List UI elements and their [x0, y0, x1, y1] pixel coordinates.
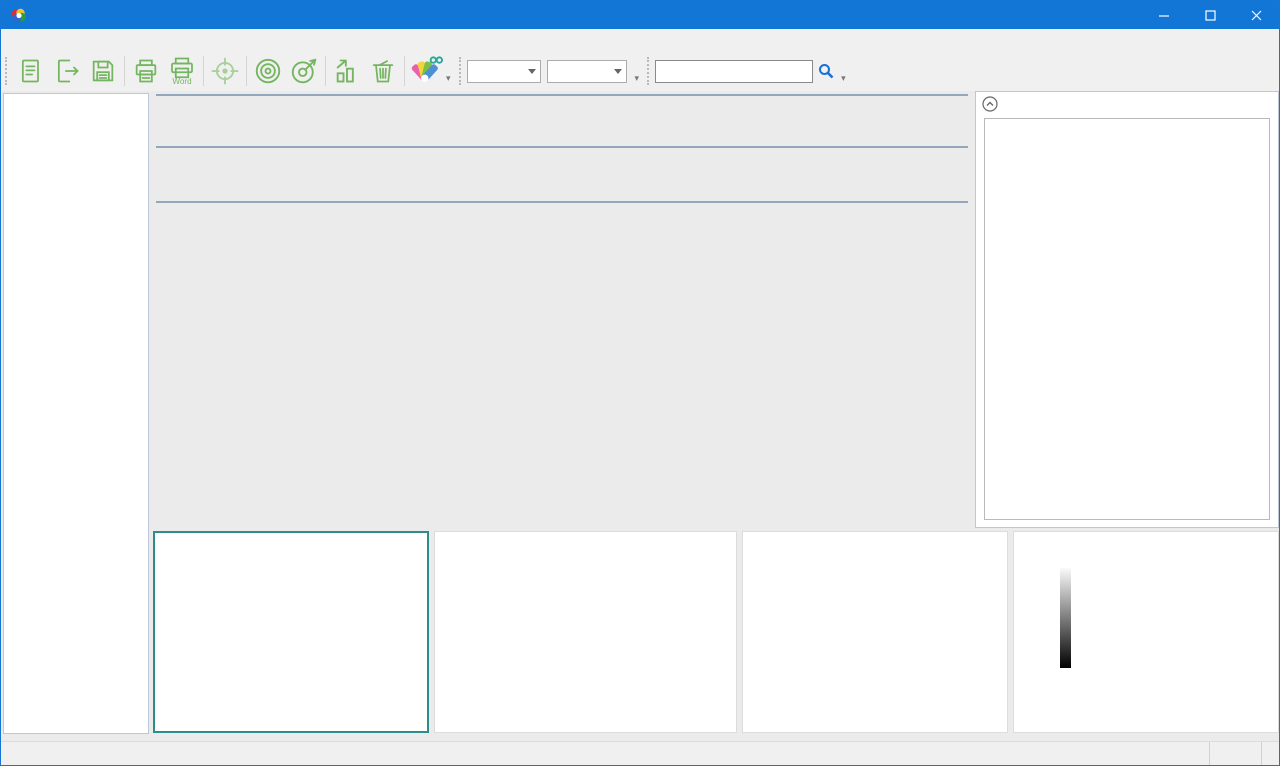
sample-tree: [3, 93, 149, 734]
toolbar-overflow-icon[interactable]: ▾: [841, 74, 846, 82]
app-logo-icon: [10, 7, 27, 24]
delete-button[interactable]: [365, 53, 401, 89]
color-diff-panel: [975, 91, 1279, 528]
toolbar-separator: [246, 56, 247, 86]
toolbar-separator: [404, 56, 405, 86]
app-window: Word ▾ ▾ ▾: [0, 0, 1280, 766]
chevron-down-icon: [528, 69, 536, 74]
collapse-icon[interactable]: [982, 96, 998, 112]
close-button[interactable]: [1233, 1, 1279, 29]
delta-scatter-card[interactable]: [153, 531, 429, 733]
delta-e-line-card[interactable]: [434, 531, 737, 733]
export-button[interactable]: [49, 53, 85, 89]
minimize-button[interactable]: [1141, 1, 1187, 29]
title-bar: [1, 1, 1279, 29]
lab-wheel-overlay: [1014, 532, 1280, 732]
search-input[interactable]: [655, 60, 813, 83]
toolbar-separator: [325, 56, 326, 86]
toolbar-overflow-icon[interactable]: ▾: [635, 74, 640, 82]
search-icon[interactable]: [813, 58, 839, 84]
standard-table: [156, 146, 968, 148]
calibrate-button[interactable]: [250, 53, 286, 89]
spectrum-bar: [753, 707, 987, 729]
lab-wheel-card[interactable]: [1013, 531, 1279, 733]
toolbar: Word ▾ ▾ ▾: [1, 51, 1279, 91]
target-measure-button[interactable]: [286, 53, 322, 89]
toolbar-grip[interactable]: [459, 57, 464, 85]
spectral-card[interactable]: [742, 531, 1008, 733]
sci-dropdown[interactable]: [467, 60, 541, 83]
illuminant-dropdown[interactable]: [547, 60, 627, 83]
toolbar-separator: [124, 56, 125, 86]
toolbar-separator: [203, 56, 204, 86]
toolbar-grip[interactable]: [647, 57, 652, 85]
samples-table: [156, 201, 968, 203]
measure-target-button[interactable]: [207, 53, 243, 89]
color-diff-card: [984, 118, 1270, 520]
auto-mode-button[interactable]: [1209, 742, 1261, 766]
status-bar: [1, 741, 1279, 766]
save-button[interactable]: [85, 53, 121, 89]
status-blank-cell: [1261, 742, 1279, 766]
toolbar-overflow-icon[interactable]: ▾: [446, 74, 451, 82]
new-button[interactable]: [13, 53, 49, 89]
color-match-button[interactable]: [408, 53, 444, 89]
chart-button[interactable]: [329, 53, 365, 89]
chevron-down-icon: [614, 69, 622, 74]
menu-bar: [1, 29, 1279, 51]
print-button[interactable]: [128, 53, 164, 89]
toolbar-grip[interactable]: [5, 57, 10, 85]
word-label: Word: [172, 77, 191, 86]
tolerance-table: [156, 94, 968, 96]
print-word-button[interactable]: Word: [164, 53, 200, 89]
maximize-button[interactable]: [1187, 1, 1233, 29]
